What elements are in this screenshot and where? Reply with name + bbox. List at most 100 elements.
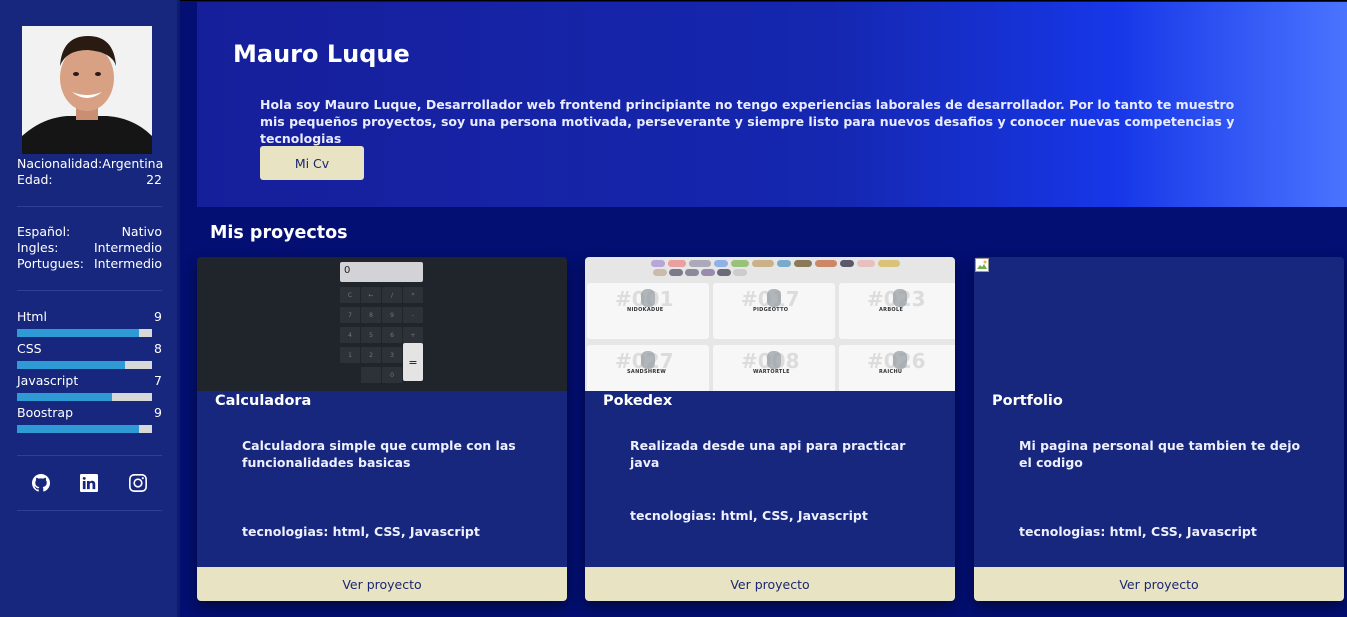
- language-level: Intermedio: [93, 240, 162, 255]
- skill-bar: [17, 425, 152, 433]
- type-filter-chip: [794, 260, 812, 267]
- divider: [17, 510, 162, 511]
- project-tech: tecnologias: html, CSS, Javascript: [630, 508, 868, 523]
- pokedex-preview: #001NIDOKADUE#017PIDGEOTTO#023ARBOLE #027…: [585, 257, 955, 391]
- pokemon-card: #023ARBOLE: [839, 283, 955, 339]
- project-thumbnail[interactable]: 0 = C ← / * 7 8 9- 4 5 6 +1 2 3 0: [197, 257, 567, 391]
- skill-html: Html 9: [17, 309, 162, 337]
- linkedin-link[interactable]: [79, 473, 99, 493]
- type-filter-chip: [840, 260, 854, 267]
- skill-name: Html: [17, 309, 47, 324]
- pokemon-sprite: [767, 289, 781, 307]
- project-description: Calculadora simple que cumple con las fu…: [242, 438, 516, 470]
- nationality-row: Nacionalidad: Argentina: [17, 156, 164, 172]
- github-icon: [32, 474, 51, 492]
- broken-image-icon: [975, 258, 989, 272]
- skill-bar-fill: [17, 361, 125, 369]
- project-card-pokedex: #001NIDOKADUE#017PIDGEOTTO#023ARBOLE #027…: [585, 257, 955, 601]
- calculator-key: 3: [382, 347, 402, 363]
- type-filter-chip: [714, 260, 728, 267]
- language-level: Intermedio: [93, 256, 162, 271]
- age-row: Edad: 22: [17, 172, 162, 188]
- skill-bootstrap: Boostrap 9: [17, 405, 162, 433]
- pokemon-card: #017PIDGEOTTO: [713, 283, 835, 339]
- calculator-key: 1: [340, 347, 360, 363]
- pokemon-name: ARBOLE: [879, 307, 904, 313]
- linkedin-icon: [80, 474, 99, 492]
- skill-bar-fill: [17, 425, 139, 433]
- hero-banner: Mauro Luque Hola soy Mauro Luque, Desarr…: [197, 2, 1347, 207]
- skill-name: CSS: [17, 341, 42, 356]
- type-filter-chip: [651, 260, 665, 267]
- skill-name: Boostrap: [17, 405, 74, 420]
- skill-bar: [17, 361, 152, 369]
- pokemon-name: NIDOKADUE: [627, 307, 664, 313]
- pokemon-sprite: [767, 351, 781, 369]
- type-filter-chip: [857, 260, 875, 267]
- project-title: Portfolio: [992, 393, 1063, 409]
- project-card-portfolio: Portfolio Mi pagina personal que tambien…: [974, 257, 1344, 601]
- project-thumbnail[interactable]: [974, 257, 1344, 391]
- calculator-key: 4: [340, 327, 360, 343]
- pokemon-card: #026RAICHU: [839, 345, 955, 391]
- instagram-link[interactable]: [128, 473, 148, 493]
- skill-javascript: Javascript 7: [17, 373, 162, 401]
- projects-title: Mis proyectos: [210, 223, 348, 243]
- type-filter-chip: [717, 269, 731, 276]
- nationality-value: Argentina: [102, 156, 164, 171]
- project-description: Realizada desde una api para practicar j…: [630, 438, 906, 470]
- type-filter-chip: [653, 269, 667, 276]
- skill-name: Javascript: [17, 373, 79, 388]
- sidebar: Nacionalidad: Argentina Edad: 22 Español…: [0, 0, 180, 617]
- calculator-preview: 0 = C ← / * 7 8 9- 4 5 6 +1 2 3 0: [197, 257, 567, 391]
- type-filter-chip: [731, 260, 749, 267]
- type-filter-chip: [668, 260, 686, 267]
- pokemon-sprite: [641, 351, 655, 369]
- project-title: Calculadora: [215, 393, 312, 409]
- calculator-key: 0: [382, 367, 402, 383]
- pokemon-card: #001NIDOKADUE: [587, 283, 709, 339]
- project-thumbnail[interactable]: #001NIDOKADUE#017PIDGEOTTO#023ARBOLE #027…: [585, 257, 955, 391]
- type-filter-chip: [777, 260, 791, 267]
- view-project-button[interactable]: Ver proyecto: [974, 567, 1344, 601]
- calculator-key: +: [403, 327, 423, 343]
- type-filter-chip: [815, 260, 837, 267]
- type-filter-chip: [701, 269, 715, 276]
- github-link[interactable]: [31, 473, 51, 493]
- view-project-button[interactable]: Ver proyecto: [197, 567, 567, 601]
- skill-score: 9: [154, 405, 162, 420]
- social-links: [17, 473, 162, 493]
- divider: [17, 455, 162, 456]
- calculator-key: 6: [382, 327, 402, 343]
- calculator-key: 2: [361, 347, 381, 363]
- personal-info: Nacionalidad: Argentina Edad: 22: [17, 156, 164, 188]
- calculator-key: 7: [340, 307, 360, 323]
- languages: Español: Nativo Ingles: Intermedio Portu…: [17, 224, 162, 272]
- calculator-key: 5: [361, 327, 381, 343]
- cv-button[interactable]: Mi Cv: [260, 146, 364, 180]
- pokemon-sprite: [641, 289, 655, 307]
- pokemon-name: WARTORTLE: [753, 369, 790, 375]
- view-project-button[interactable]: Ver proyecto: [585, 567, 955, 601]
- type-filter-chip: [689, 260, 711, 267]
- top-border: [0, 0, 1347, 1]
- avatar: [22, 26, 152, 154]
- pokemon-sprite: [893, 351, 907, 369]
- nationality-label: Nacionalidad:: [17, 156, 103, 171]
- age-value: 22: [146, 172, 162, 187]
- instagram-icon: [128, 474, 147, 492]
- project-card-calculadora: 0 = C ← / * 7 8 9- 4 5 6 +1 2 3 0 Calculadora Calcula…: [197, 257, 567, 601]
- type-filter-chip: [878, 260, 900, 267]
- skill-score: 9: [154, 309, 162, 324]
- calculator-equals-key: =: [403, 343, 423, 381]
- skill-css: CSS 8: [17, 341, 162, 369]
- language-row: Ingles: Intermedio: [17, 240, 162, 256]
- pokemon-name: PIDGEOTTO: [753, 307, 789, 313]
- pokemon-sprite: [893, 289, 907, 307]
- skill-bar-fill: [17, 393, 112, 401]
- language-name: Español:: [17, 224, 71, 239]
- pokemon-name: RAICHU: [879, 369, 903, 375]
- project-tech: tecnologias: html, CSS, Javascript: [1019, 524, 1257, 539]
- skill-bar-fill: [17, 329, 139, 337]
- divider: [17, 290, 162, 291]
